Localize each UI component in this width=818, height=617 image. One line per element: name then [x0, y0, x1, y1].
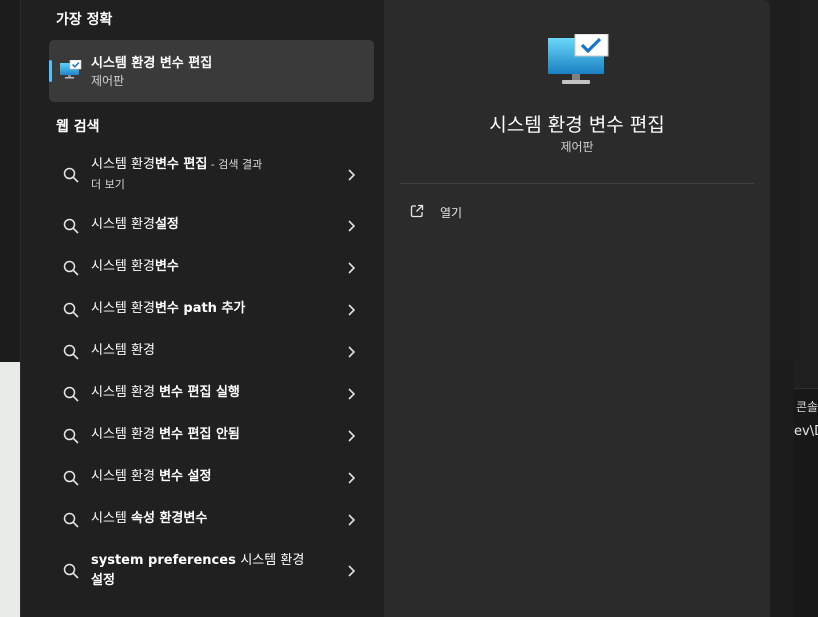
chevron-right-icon: [348, 430, 356, 442]
chevron-right-icon: [348, 565, 356, 577]
search-icon: [63, 344, 79, 360]
chevron-right-icon: [348, 388, 356, 400]
chevron-right-icon: [348, 346, 356, 358]
best-match-title: 시스템 환경 변수 편집: [91, 56, 213, 71]
detail-divider: [400, 183, 754, 184]
search-icon: [63, 470, 79, 486]
web-result-label: 시스템 환경변수 편집 - 검색 결과 더 보기: [91, 157, 263, 191]
search-icon: [63, 512, 79, 528]
results-column: 가장 정확 시스템 환경 변수 편집 제어판 웹 검색 시스템 환경변수 편집 …: [21, 0, 383, 617]
web-result-label: 시스템 환경 변수 설정: [91, 469, 212, 484]
selection-indicator: [49, 60, 52, 82]
monitor-check-icon: [548, 34, 609, 84]
search-icon: [63, 428, 79, 444]
monitor-check-icon: [60, 60, 82, 79]
web-result-label: 시스템 환경변수: [91, 259, 179, 274]
web-result-item[interactable]: 시스템 환경 변수 편집 안됨: [49, 425, 374, 447]
web-result-item[interactable]: system preferences 시스템 환경 설정: [49, 551, 374, 593]
detail-title: 시스템 환경 변수 편집: [489, 114, 665, 136]
open-label: 열기: [440, 206, 463, 220]
chevron-right-icon: [348, 472, 356, 484]
best-match-heading: 가장 정확: [56, 12, 113, 28]
background-console-label: 콘솔: [796, 400, 818, 414]
chevron-right-icon: [348, 304, 356, 316]
search-icon: [63, 563, 79, 579]
detail-pane: 시스템 환경 변수 편집 제어판 열기: [384, 0, 770, 617]
search-icon: [63, 167, 79, 183]
web-result-item[interactable]: 시스템 환경 변수 설정: [49, 467, 374, 489]
background-console-path: ev\D: [794, 424, 818, 439]
chevron-right-icon: [348, 169, 356, 181]
web-result-item[interactable]: 시스템 환경변수: [49, 257, 374, 279]
web-result-item[interactable]: 시스템 환경: [49, 341, 374, 363]
search-icon: [63, 218, 79, 234]
web-search-heading: 웹 검색: [56, 119, 100, 135]
open-external-icon: [410, 204, 424, 218]
chevron-right-icon: [348, 262, 356, 274]
open-button[interactable]: 열기: [410, 202, 530, 224]
detail-subtitle: 제어판: [560, 140, 594, 154]
web-result-label: 시스템 환경설정: [91, 217, 179, 232]
web-result-item[interactable]: 시스템 속성 환경변수: [49, 509, 374, 531]
web-result-item[interactable]: 시스템 환경 변수 편집 실행: [49, 383, 374, 405]
search-icon: [63, 386, 79, 402]
web-result-label: 시스템 속성 환경변수: [91, 511, 208, 526]
web-result-item[interactable]: 시스템 환경변수 path 추가: [49, 299, 374, 321]
chevron-right-icon: [348, 220, 356, 232]
best-match-item[interactable]: 시스템 환경 변수 편집 제어판: [49, 40, 374, 102]
web-result-item[interactable]: 시스템 환경설정: [49, 215, 374, 237]
start-search-panel: 가장 정확 시스템 환경 변수 편집 제어판 웹 검색 시스템 환경변수 편집 …: [20, 0, 770, 617]
web-result-label: system preferences 시스템 환경 설정: [91, 553, 305, 588]
web-result-item[interactable]: 시스템 환경변수 편집 - 검색 결과 더 보기: [49, 154, 374, 196]
desktop-background-light: [0, 362, 20, 617]
web-result-label: 시스템 환경변수 path 추가: [91, 301, 246, 316]
best-match-subtitle: 제어판: [91, 74, 125, 88]
search-icon: [63, 260, 79, 276]
desktop-background: [0, 0, 20, 362]
web-result-label: 시스템 환경: [91, 343, 155, 358]
web-result-label: 시스템 환경 변수 편집 안됨: [91, 427, 240, 442]
web-result-label: 시스템 환경 변수 편집 실행: [91, 385, 240, 400]
search-icon: [63, 302, 79, 318]
background-console-panel: [794, 388, 818, 617]
chevron-right-icon: [348, 514, 356, 526]
